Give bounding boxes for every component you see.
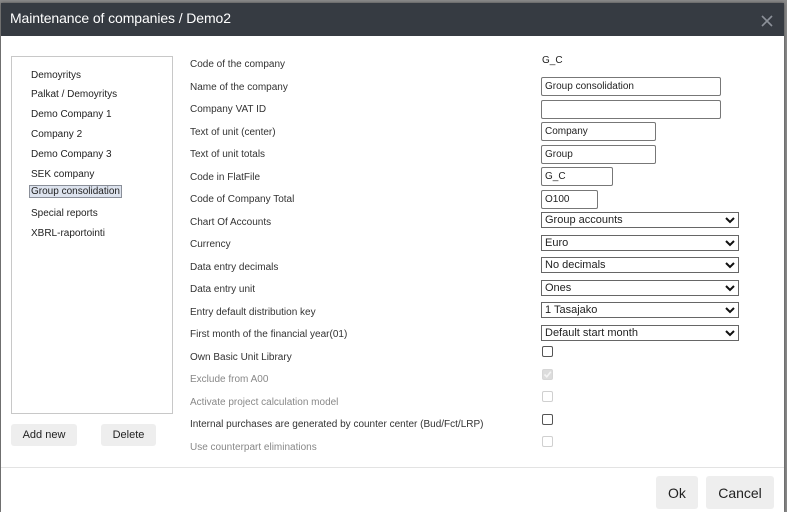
- code-of-company-total-label: Code of Company Total: [190, 194, 295, 205]
- internal-purchases-label: Internal purchases are generated by coun…: [190, 419, 484, 430]
- first-month-financial-year-label: First month of the financial year(01): [190, 329, 348, 340]
- delete-button[interactable]: Delete: [101, 424, 156, 446]
- company-list-item[interactable]: Demo Company 3: [29, 148, 114, 161]
- chevron-down-icon: [725, 262, 735, 269]
- own-basic-unit-library-label: Own Basic Unit Library: [190, 352, 292, 363]
- name-of-company-label: Name of the company: [190, 82, 288, 93]
- internal-purchases-checkbox[interactable]: [542, 414, 553, 425]
- chevron-down-icon: [725, 330, 735, 337]
- company-list-item[interactable]: Demoyritys: [29, 69, 83, 82]
- company-list-item[interactable]: SEK company: [29, 168, 96, 181]
- chevron-down-icon: [725, 217, 735, 224]
- text-of-unit-totals-label: Text of unit totals: [190, 149, 266, 160]
- first-month-financial-year-select[interactable]: Default start month: [541, 325, 739, 341]
- data-entry-unit-label: Data entry unit: [190, 284, 256, 295]
- company-list-item-selected[interactable]: Group consolidation: [29, 185, 122, 198]
- chevron-down-icon: [725, 307, 735, 314]
- company-list-item[interactable]: XBRL-raportointi: [29, 227, 107, 240]
- data-entry-decimals-select[interactable]: No decimals: [541, 257, 739, 273]
- currency-select[interactable]: Euro: [541, 235, 739, 251]
- entry-default-distribution-key-label: Entry default distribution key: [190, 307, 316, 318]
- name-of-company-input[interactable]: [541, 77, 721, 96]
- cancel-button[interactable]: Cancel: [706, 476, 774, 509]
- company-list-item[interactable]: Company 2: [29, 128, 84, 141]
- company-vat-id-input[interactable]: [541, 100, 721, 119]
- add-new-button[interactable]: Add new: [11, 424, 77, 446]
- exclude-from-a00-label: Exclude from A00: [190, 374, 269, 385]
- first-month-financial-year-selected: Default start month: [545, 327, 638, 339]
- data-entry-decimals-selected: No decimals: [545, 259, 606, 271]
- code-of-company-label: Code of the company: [190, 59, 286, 70]
- chevron-down-icon: [725, 240, 735, 247]
- currency-selected: Euro: [545, 237, 569, 249]
- ok-button[interactable]: Ok: [656, 476, 698, 509]
- chart-of-accounts-select[interactable]: Group accounts: [541, 212, 739, 228]
- dialog-title: Maintenance of companies / Demo2: [10, 10, 231, 26]
- text-of-unit-center-label: Text of unit (center): [190, 127, 276, 138]
- data-entry-unit-selected: Ones: [545, 282, 572, 294]
- use-counterpart-eliminations-label: Use counterpart eliminations: [190, 442, 317, 453]
- company-list-item[interactable]: Demo Company 1: [29, 108, 114, 121]
- data-entry-unit-select[interactable]: Ones: [541, 280, 739, 296]
- chart-of-accounts-selected: Group accounts: [545, 214, 623, 226]
- dialog-titlebar: Maintenance of companies / Demo2: [1, 3, 784, 36]
- activate-project-calc-model-label: Activate project calculation model: [190, 397, 339, 408]
- currency-label: Currency: [190, 239, 231, 250]
- exclude-from-a00-checkbox: [542, 369, 553, 380]
- company-list-item[interactable]: Palkat / Demoyritys: [29, 88, 119, 101]
- use-counterpart-eliminations-checkbox: [542, 436, 553, 447]
- entry-default-distribution-key-select[interactable]: 1 Tasajako: [541, 302, 739, 318]
- activate-project-calc-model-checkbox: [542, 391, 553, 402]
- checkmark-icon: [543, 371, 552, 378]
- entry-default-distribution-key-selected: 1 Tasajako: [545, 304, 598, 316]
- data-entry-decimals-label: Data entry decimals: [190, 262, 279, 273]
- company-vat-id-label: Company VAT ID: [190, 104, 267, 115]
- chevron-down-icon: [725, 285, 735, 292]
- code-of-company-value: G_C: [542, 55, 563, 66]
- code-of-company-total-input[interactable]: [541, 190, 598, 209]
- text-of-unit-totals-input[interactable]: [541, 145, 656, 164]
- own-basic-unit-library-checkbox[interactable]: [542, 346, 553, 357]
- footer-divider: [1, 467, 784, 468]
- company-list-item[interactable]: Special reports: [29, 207, 100, 220]
- text-of-unit-center-input[interactable]: [541, 122, 656, 141]
- maintenance-dialog: Maintenance of companies / Demo2 Demoyri…: [1, 3, 784, 512]
- close-icon[interactable]: [760, 14, 774, 28]
- chart-of-accounts-label: Chart Of Accounts: [190, 217, 272, 228]
- code-in-flatfile-label: Code in FlatFile: [190, 172, 261, 183]
- code-in-flatfile-input[interactable]: [541, 167, 613, 186]
